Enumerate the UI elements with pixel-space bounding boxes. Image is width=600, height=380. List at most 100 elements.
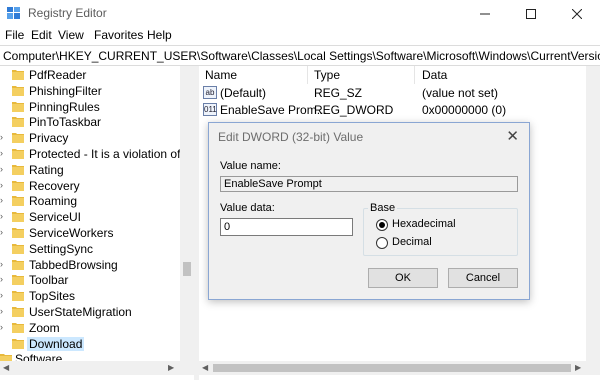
tree-item[interactable]: › Zoom	[0, 320, 180, 336]
dialog-close-icon[interactable]: ✕	[506, 127, 519, 145]
tree-item[interactable]: › ServiceWorkers	[0, 225, 180, 241]
menu-favorites[interactable]: Favorites	[94, 28, 143, 42]
tree-item[interactable]: PinToTaskbar	[0, 114, 180, 130]
tree-item-label: Zoom	[29, 320, 60, 335]
tree-item-label: ServiceUI	[29, 210, 82, 225]
tree-item[interactable]: › Rating	[0, 162, 180, 178]
folder-icon	[12, 180, 24, 191]
tree-scroll-thumb[interactable]	[183, 262, 191, 276]
menu-help[interactable]: Help	[147, 28, 172, 42]
value-row-enablesaveprompt[interactable]: 011 EnableSave Prom... REG_DWORD 0x00000…	[199, 102, 600, 119]
address-bar[interactable]: Computer\HKEY_CURRENT_USER\Software\Clas…	[0, 45, 600, 66]
title-bar: Registry Editor	[0, 0, 600, 27]
column-divider[interactable]	[307, 66, 308, 84]
string-value-icon: ab	[203, 86, 217, 99]
tree-item-label: Protected - It is a violation of W	[29, 147, 194, 161]
tree-item[interactable]: › Protected - It is a violation of W	[0, 146, 194, 162]
maximize-button[interactable]	[508, 0, 554, 27]
expand-chevron-icon[interactable]: ›	[0, 195, 3, 205]
address-path[interactable]: Computer\HKEY_CURRENT_USER\Software\Clas…	[3, 49, 600, 63]
tree-item[interactable]: › UserStateMigration	[0, 304, 180, 320]
tree-item[interactable]: PdfReader	[0, 67, 180, 83]
column-divider[interactable]	[414, 66, 415, 84]
value-data: 0x00000000 (0)	[422, 103, 507, 117]
hexadecimal-radio[interactable]	[376, 219, 388, 231]
tree-item[interactable]: Download	[0, 336, 180, 352]
tree-item[interactable]: › ServiceUI	[0, 209, 180, 225]
expand-chevron-icon[interactable]: ›	[0, 322, 3, 332]
expand-chevron-icon[interactable]: ›	[0, 227, 3, 237]
decimal-label[interactable]: Decimal	[392, 236, 432, 248]
hexadecimal-label[interactable]: Hexadecimal	[392, 218, 456, 230]
registry-editor-icon	[7, 7, 20, 19]
tree-vertical-scrollbar[interactable]	[180, 66, 194, 361]
menu-view[interactable]: View	[58, 28, 84, 42]
expand-chevron-icon[interactable]: ›	[0, 148, 3, 158]
expand-chevron-icon[interactable]: ›	[0, 211, 3, 221]
value-row-default[interactable]: ab (Default) REG_SZ (value not set)	[199, 85, 600, 102]
menu-edit[interactable]: Edit	[31, 28, 52, 42]
tree-item-label: ServiceWorkers	[29, 226, 114, 240]
list-scroll-thumb[interactable]	[213, 364, 571, 372]
expand-chevron-icon[interactable]: ›	[0, 164, 3, 174]
cancel-button[interactable]: Cancel	[448, 268, 518, 288]
tree-item[interactable]: › TopSites	[0, 288, 180, 304]
expand-chevron-icon[interactable]: ›	[0, 180, 3, 190]
key-tree[interactable]: PdfReader PhishingFilter PinningRules PinTo…	[0, 66, 194, 380]
radio-selected-dot	[379, 222, 385, 228]
scroll-left-icon[interactable]: ◀	[202, 363, 208, 372]
tree-item[interactable]: PhishingFilter	[0, 83, 180, 99]
tree-item[interactable]: SettingSync	[0, 241, 180, 257]
scroll-right-icon[interactable]: ▶	[168, 363, 174, 372]
expand-chevron-icon[interactable]: ›	[0, 290, 3, 300]
scroll-left-icon[interactable]: ◀	[3, 363, 9, 372]
folder-icon	[12, 259, 24, 270]
menu-file[interactable]: File	[5, 28, 24, 42]
ok-button[interactable]: OK	[368, 268, 438, 288]
expand-chevron-icon[interactable]: ›	[0, 306, 3, 316]
expand-chevron-icon[interactable]: ›	[0, 274, 3, 284]
value-type: REG_DWORD	[314, 103, 394, 117]
list-horizontal-scrollbar[interactable]: ◀ ▶	[199, 361, 586, 375]
folder-icon	[12, 228, 24, 238]
base-group	[363, 208, 518, 256]
close-icon	[572, 8, 582, 19]
tree-item[interactable]: PinningRules	[0, 99, 180, 115]
value-data-input[interactable]: 0	[220, 218, 353, 236]
tree-item-label: SettingSync	[29, 241, 94, 256]
expand-chevron-icon[interactable]: ›	[0, 132, 3, 142]
edit-dword-dialog: Edit DWORD (32-bit) Value ✕ Value name: …	[208, 122, 530, 300]
decimal-radio[interactable]	[376, 237, 388, 249]
folder-icon	[12, 212, 24, 223]
tree-item-label: UserStateMigration	[29, 305, 132, 319]
expand-chevron-icon[interactable]: ›	[0, 259, 3, 269]
tree-item[interactable]: › Privacy	[0, 130, 180, 146]
column-header-name[interactable]: Name	[205, 68, 237, 82]
tree-horizontal-scrollbar[interactable]: ◀ ▶	[0, 361, 180, 375]
tree-item-label: TopSites	[29, 289, 76, 304]
list-vertical-scrollbar[interactable]	[586, 66, 600, 375]
value-data: (value not set)	[422, 86, 499, 100]
column-header-type[interactable]: Type	[314, 68, 340, 82]
tree-item[interactable]: › Recovery	[0, 178, 180, 194]
value-name: (Default)	[220, 86, 267, 100]
folder-icon	[12, 70, 24, 80]
dword-value-icon: 011	[203, 103, 217, 116]
folder-icon	[12, 338, 24, 349]
tree-item-label: TabbedBrowsing	[29, 257, 118, 272]
base-label: Base	[368, 202, 398, 214]
close-button[interactable]	[554, 0, 600, 27]
value-data-label: Value data:	[220, 202, 275, 214]
tree-item-label: PinningRules	[29, 99, 100, 114]
value-name-label: Value name:	[220, 160, 281, 172]
folder-icon	[12, 196, 24, 207]
tree-item-label: Toolbar	[29, 273, 69, 288]
minimize-button[interactable]	[462, 0, 508, 27]
tree-item[interactable]: › Toolbar	[0, 272, 180, 288]
scroll-right-icon[interactable]: ▶	[575, 363, 581, 372]
column-header-data[interactable]: Data	[422, 68, 447, 82]
tree-item[interactable]: › Roaming	[0, 193, 180, 209]
tree-item-label: Rating	[29, 162, 64, 177]
value-type: REG_SZ	[314, 86, 363, 100]
tree-item[interactable]: › TabbedBrowsing	[0, 257, 180, 273]
